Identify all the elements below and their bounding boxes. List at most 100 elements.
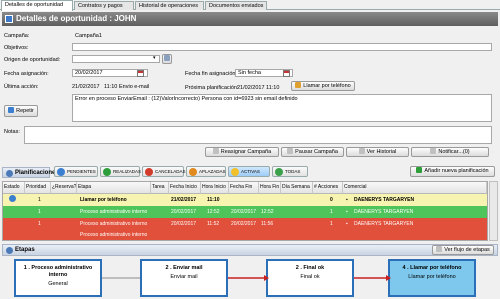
row-etapa: Proceso administrativo interno	[80, 232, 148, 238]
campana-label: Campaña:	[4, 33, 30, 39]
chevron-down-icon[interactable]: ▾	[153, 55, 156, 61]
error-textbox[interactable]: Error en proceso EnviarEmail : (12)Valor…	[72, 94, 492, 122]
etapas-header: Etapas	[2, 244, 498, 256]
pause-icon	[287, 148, 294, 154]
table-row[interactable]: 1 Proceso administrativo interno 20/02/2…	[3, 218, 487, 230]
row-fecha-inicio: 20/02/2017	[171, 221, 197, 227]
calendar-icon[interactable]	[137, 70, 144, 77]
stages-icon	[6, 247, 13, 254]
row-fecha-fin: 20/02/2017	[231, 221, 257, 227]
check-all-icon	[275, 168, 283, 176]
ultima-accion-date: 21/02/2017	[72, 84, 100, 90]
origen-label: Origen de oportunidad:	[4, 57, 61, 63]
filter-canceladas[interactable]: CANCELADAS	[142, 166, 186, 177]
column-header[interactable]: Tarea	[151, 182, 169, 194]
fecha-asignacion-label: Fecha asignación:	[4, 71, 49, 77]
edit-origen-button[interactable]	[162, 54, 172, 64]
column-header[interactable]: Estado	[3, 182, 25, 194]
etapa-step-sub: General	[48, 281, 68, 287]
calendar-icon	[6, 170, 13, 177]
ultima-accion-type: Envio e-mail	[119, 84, 150, 90]
etapa-step-sub: Final ok	[300, 274, 320, 280]
page-title-bar: Detalles de oportunidad : JOHN	[2, 12, 498, 26]
table-row[interactable]: 1 Llamar por teléfono 21/02/2017 11:10 0…	[3, 194, 487, 206]
row-hora-fin: 11:56	[261, 221, 274, 227]
user-icon: ▪	[346, 197, 348, 203]
filter-pendientes[interactable]: PENDIENTES	[54, 166, 98, 177]
tab-contratos[interactable]: Contratos y pagos	[74, 1, 134, 10]
search-icon	[358, 148, 365, 154]
row-prioridad: 1	[38, 197, 41, 203]
ultima-accion-time: 11:10	[104, 84, 118, 90]
llamar-telefono-button[interactable]: Llamar por teléfono	[291, 81, 355, 91]
table-row[interactable]: 1 Proceso administrativo interno 20/02/2…	[3, 206, 487, 218]
objetivos-label: Objetivos:	[4, 45, 29, 51]
notas-input[interactable]	[24, 126, 492, 144]
ver-historial-button[interactable]: Ver Historial	[346, 147, 409, 157]
tab-historial[interactable]: Historial de operaciones	[135, 1, 204, 10]
etapa-step-sub: Enviar mail	[170, 274, 198, 280]
ultima-accion-label: Última acción:	[4, 84, 39, 90]
column-header[interactable]: Hora Inicio	[201, 182, 229, 194]
etapa-step-title: 2 . Final ok	[295, 265, 325, 271]
etapa-step-title: 1 . Proceso administrativo interno	[23, 265, 93, 278]
reasignar-campana-button[interactable]: Reasignar Campaña	[205, 147, 279, 157]
column-header[interactable]: ¿Reserva?	[51, 182, 77, 194]
row-acciones: 0	[330, 197, 333, 203]
etapa-step-2[interactable]: 2 . Enviar mail Enviar mail	[140, 259, 228, 297]
origen-select[interactable]	[72, 55, 160, 63]
postpone-icon	[189, 168, 197, 176]
etapa-step-4[interactable]: 4 . Llamar por teléfono Llamar por teléf…	[388, 259, 476, 297]
row-prioridad: 1	[38, 221, 41, 227]
calendar-icon[interactable]	[283, 70, 290, 77]
status-icon	[8, 194, 22, 206]
table-scrollbar[interactable]	[489, 181, 498, 241]
row-fecha-inicio: 20/02/2017	[171, 209, 197, 215]
notificar-button[interactable]: Notificar...(0)	[411, 147, 489, 157]
proxima-planificacion-value: 21/02/2017 11:10	[237, 85, 280, 91]
etapa-step-title: 4 . Llamar por teléfono	[402, 265, 462, 271]
fecha-fin-label: Fecha fin asignación:	[185, 71, 237, 77]
etapa-step-1[interactable]: 1 . Proceso administrativo interno Gener…	[14, 259, 102, 297]
column-header[interactable]: Fecha Fin	[229, 182, 259, 194]
row-hora-fin	[260, 194, 280, 206]
user-icon: ▪	[346, 209, 348, 215]
add-planificacion-button[interactable]: Añadir nueva planificación	[410, 166, 495, 177]
column-header[interactable]: Fecha Inicio	[169, 182, 201, 194]
etapa-step-title: 2 . Enviar mail	[165, 265, 203, 271]
tab-documentos[interactable]: Documentos enviados	[205, 1, 267, 10]
document-icon	[5, 15, 13, 23]
column-header[interactable]: # Acciones	[313, 182, 343, 194]
filter-realizadas[interactable]: REALIZADAS	[100, 166, 141, 177]
column-header[interactable]: Día Semana	[281, 182, 313, 194]
column-header[interactable]: Etapa	[77, 182, 151, 194]
filter-activas[interactable]: ACTIVAS	[228, 166, 270, 177]
column-header[interactable]: Hora Fin	[259, 182, 281, 194]
row-hora-fin: 12:52	[261, 209, 274, 215]
tab-detalles[interactable]: Detalles de oportunidad	[1, 0, 73, 11]
filter-todas[interactable]: TODAS	[272, 166, 308, 177]
row-comercial: DAENERYS TARGARYEN	[354, 209, 414, 215]
row-hora-inicio: 11:52	[207, 221, 220, 227]
row-fecha-fin: 20/02/2017	[231, 209, 257, 215]
check-icon	[103, 168, 111, 176]
campana-value: Campaña1	[75, 33, 102, 39]
lightbulb-icon	[231, 168, 239, 176]
repetir-button[interactable]: Repetir	[4, 105, 38, 117]
objetivos-input[interactable]	[72, 43, 492, 51]
table-row[interactable]: Proceso administrativo interno	[3, 230, 487, 240]
column-header[interactable]: Comercial	[343, 182, 487, 194]
etapa-step-3[interactable]: 2 . Final ok Final ok	[266, 259, 354, 297]
row-etapa: Proceso administrativo interno	[80, 221, 148, 227]
column-header[interactable]: Prioridad	[25, 182, 51, 194]
row-hora-inicio: 11:10	[207, 197, 220, 203]
add-icon	[416, 167, 423, 173]
row-etapa: Llamar por teléfono	[80, 197, 127, 203]
planificaciones-table: Estado Prioridad ¿Reserva? Etapa Tarea F…	[2, 181, 488, 241]
row-hora-inicio: 12:52	[207, 209, 220, 215]
filter-aplazadas[interactable]: APLAZADAS	[186, 166, 226, 177]
ver-flujo-button[interactable]: Ver flujo de etapas	[432, 245, 494, 255]
row-fecha-fin	[230, 194, 259, 206]
user-icon: ▪	[346, 221, 348, 227]
pausar-campana-button[interactable]: Pausar Campaña	[281, 147, 344, 157]
